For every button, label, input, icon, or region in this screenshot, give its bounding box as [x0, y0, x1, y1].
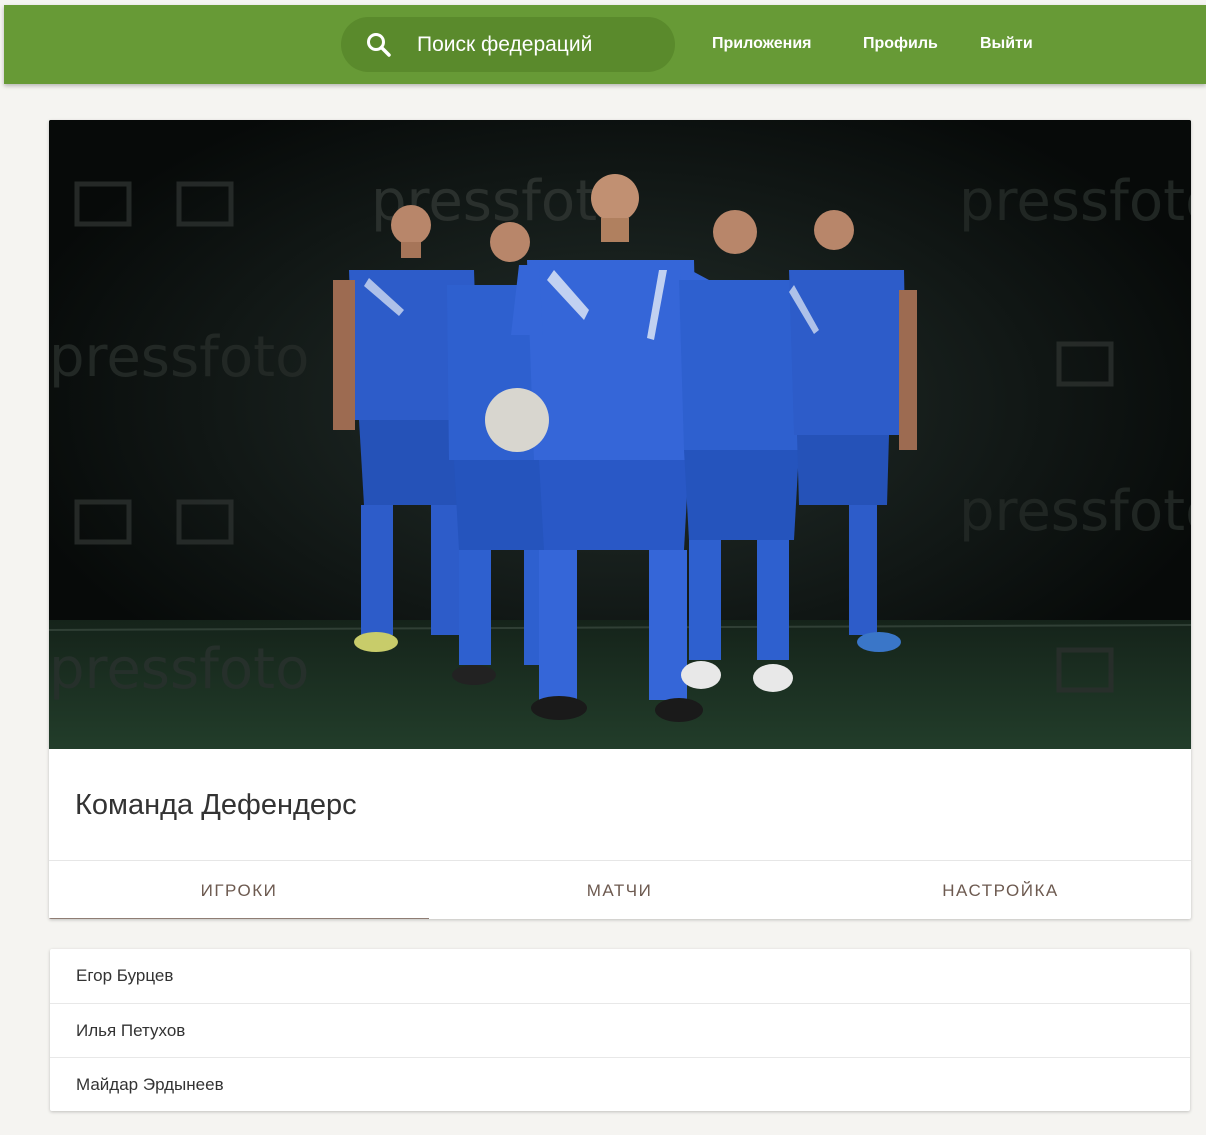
team-tabs: ИГРОКИ МАТЧИ НАСТРОЙКА	[49, 860, 1191, 919]
list-item[interactable]: Егор Бурцев	[50, 949, 1190, 1003]
team-title: Команда Дефендерс	[75, 789, 357, 821]
search-icon	[367, 33, 391, 57]
team-hero-image: pressfoto pressfoto pressfoto pressfoto …	[49, 120, 1191, 749]
watermark-text: pressfoto	[959, 169, 1191, 234]
page: Поиск федераций Приложения Профиль Выйти	[0, 0, 1206, 1135]
search-placeholder[interactable]: Поиск федераций	[417, 33, 592, 57]
watermark-text: pressfoto	[49, 325, 309, 390]
watermark-text: pressfoto	[959, 479, 1191, 544]
tab-players[interactable]: ИГРОКИ	[49, 861, 429, 919]
search-bar[interactable]: Поиск федераций	[341, 17, 675, 72]
tab-settings[interactable]: НАСТРОЙКА	[810, 861, 1191, 919]
team-photo: pressfoto pressfoto pressfoto pressfoto …	[49, 120, 1191, 749]
list-item[interactable]: Илья Петухов	[50, 1003, 1190, 1057]
ball-icon	[485, 388, 549, 452]
nav-logout-link[interactable]: Выйти	[980, 34, 1033, 54]
nav-profile-link[interactable]: Профиль	[863, 34, 938, 54]
players-list: Егор Бурцев Илья Петухов Майдар Эрдынеев	[50, 949, 1190, 1111]
active-tab-indicator	[49, 918, 429, 919]
list-item[interactable]: Майдар Эрдынеев	[50, 1057, 1190, 1111]
nav-apps-link[interactable]: Приложения	[712, 34, 812, 54]
top-app-bar: Поиск федераций Приложения Профиль Выйти	[4, 5, 1206, 84]
team-card: pressfoto pressfoto pressfoto pressfoto …	[49, 120, 1191, 919]
tab-matches[interactable]: МАТЧИ	[429, 861, 810, 919]
watermark-text: pressfoto	[49, 637, 309, 702]
